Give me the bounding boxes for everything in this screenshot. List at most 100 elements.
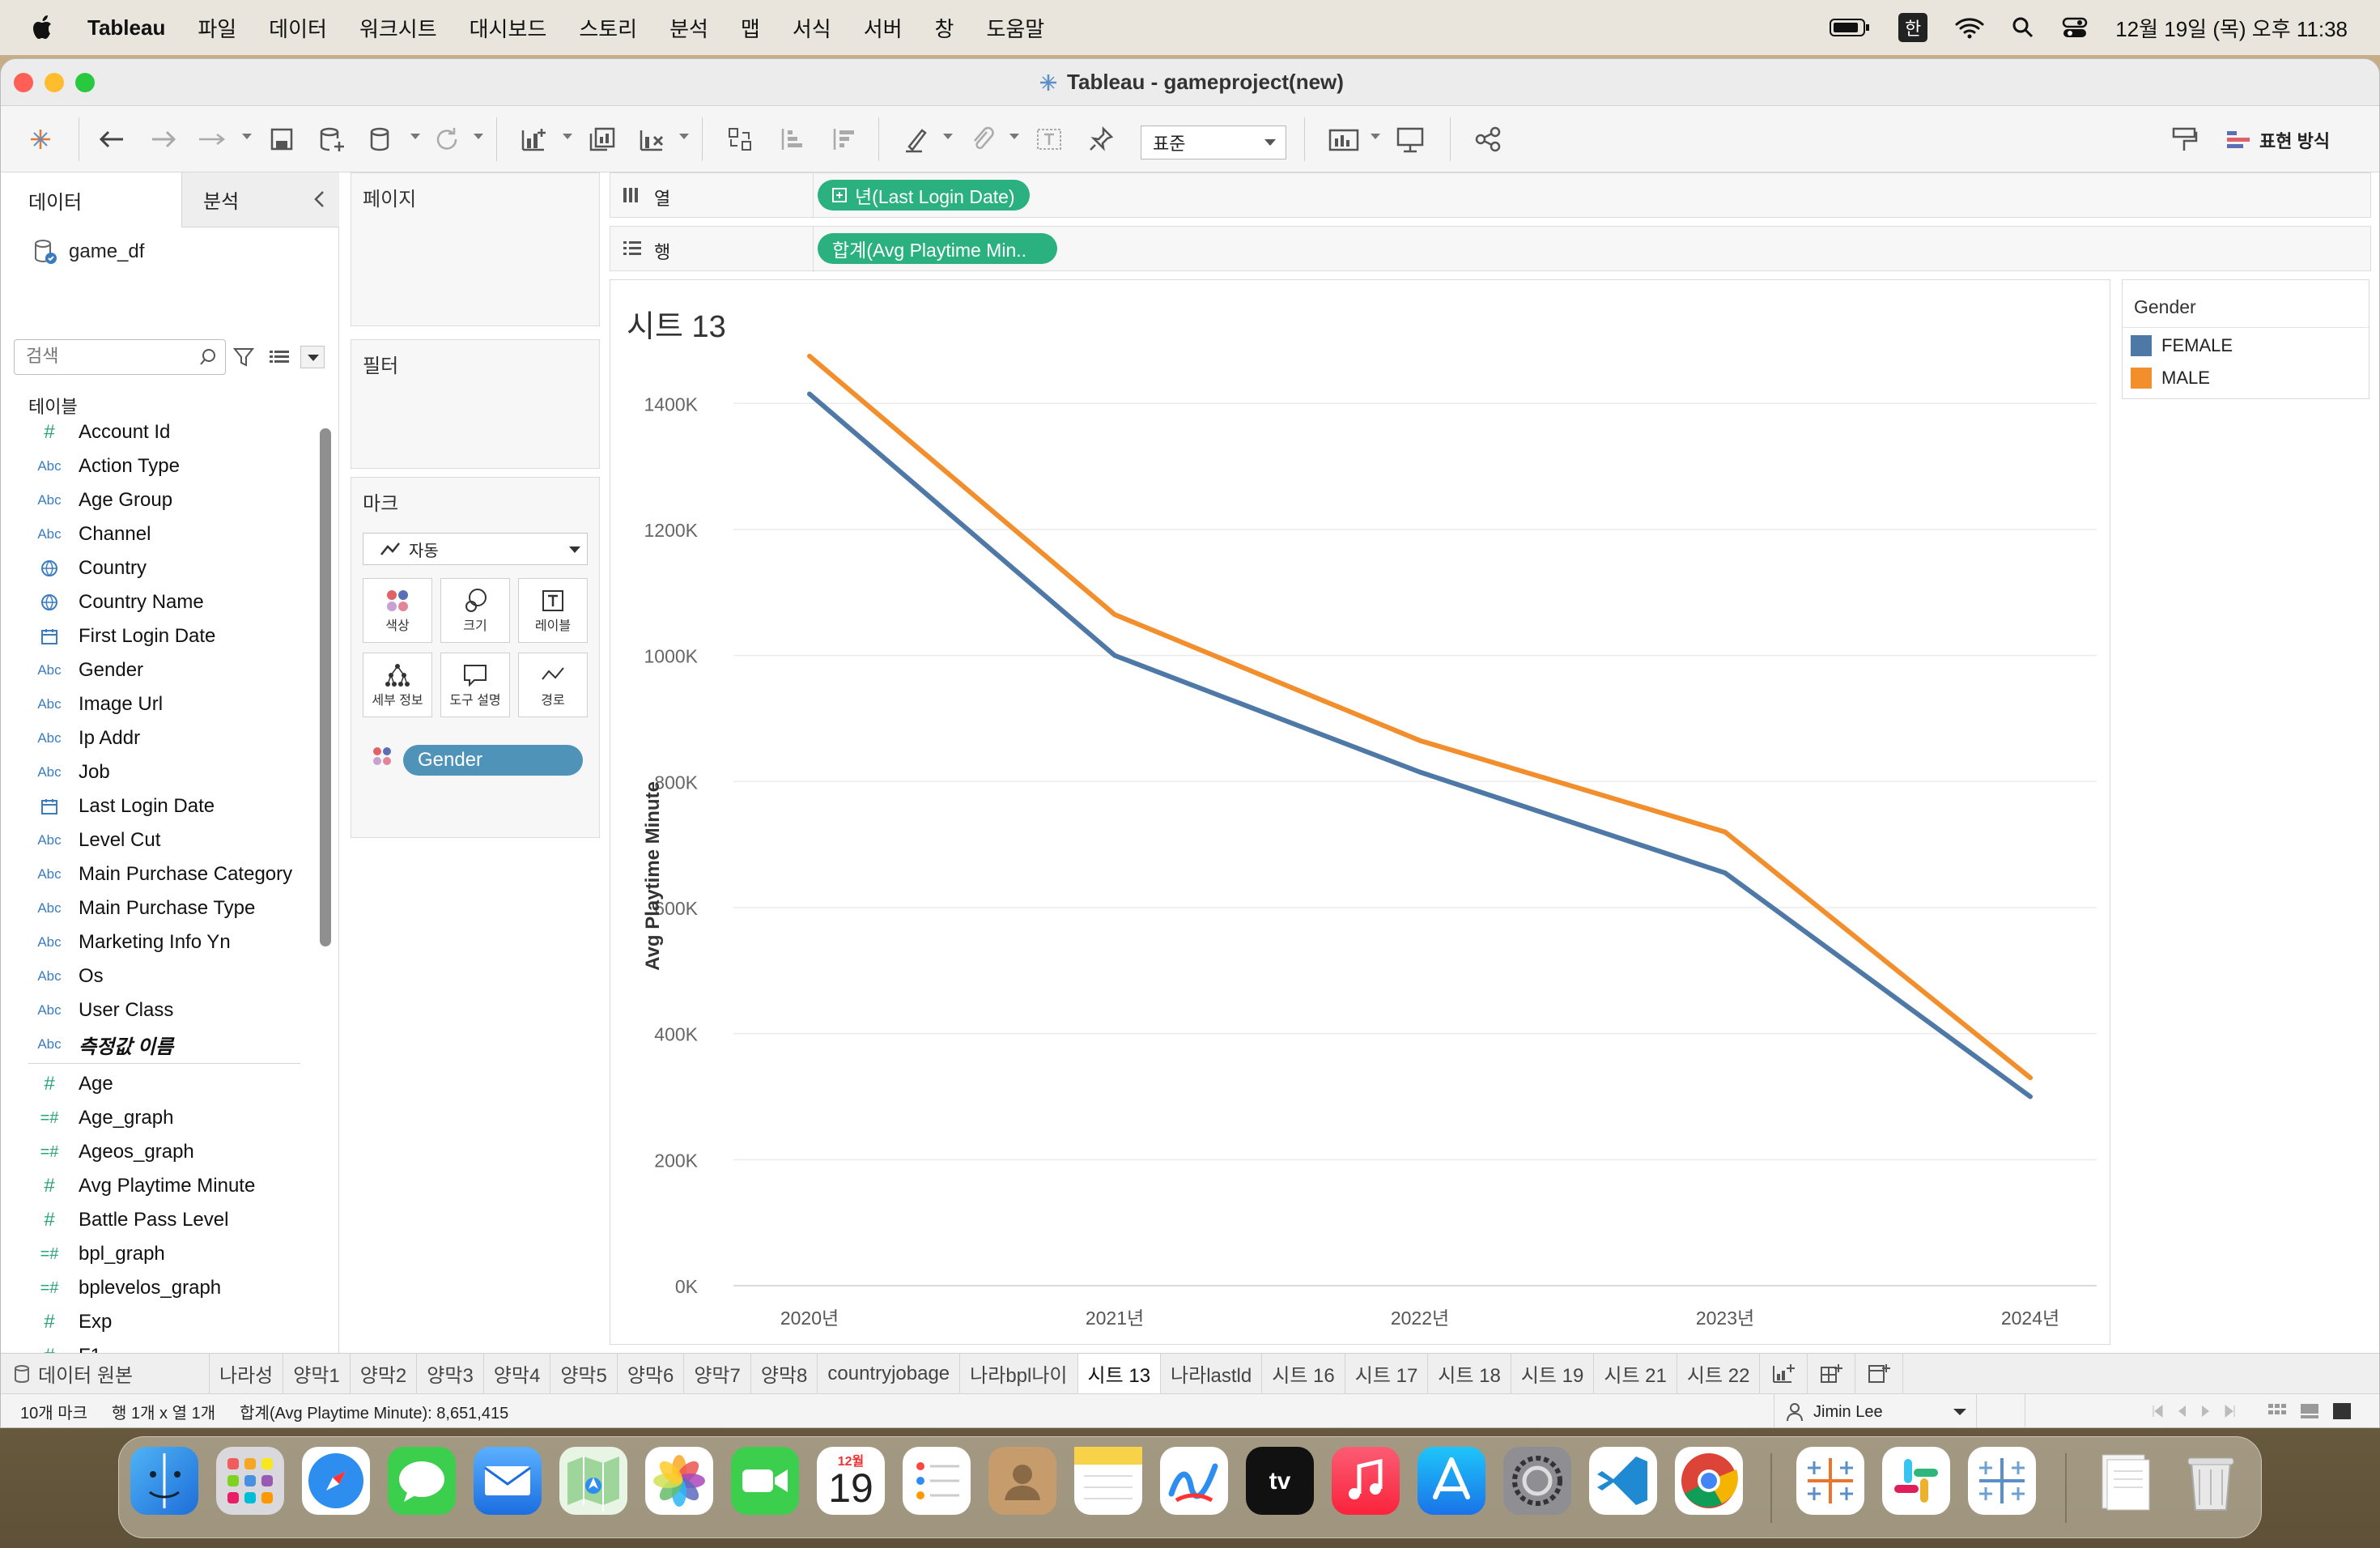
field-item[interactable]: =# Ageos_graph <box>1 1135 317 1169</box>
field-item[interactable]: =# Age_graph <box>1 1101 317 1135</box>
input-method-indicator[interactable]: 한 <box>1898 13 1928 42</box>
menu-help[interactable]: 도움말 <box>986 13 1044 43</box>
field-item[interactable]: # Age <box>1 1067 317 1101</box>
collapse-pane-icon[interactable] <box>312 189 328 210</box>
trash-icon[interactable] <box>2177 1447 2245 1515</box>
sheet-tab[interactable]: 양막5 <box>550 1353 618 1394</box>
user-menu[interactable]: Jimin Lee <box>1774 1394 1976 1427</box>
format-paint-icon[interactable] <box>2164 119 2204 159</box>
gender-color-pill[interactable]: Gender <box>403 745 583 776</box>
sheet-tab[interactable]: 양막2 <box>351 1353 418 1394</box>
duplicate-sheet-icon[interactable] <box>582 119 623 159</box>
field-item[interactable]: # Exp <box>1 1305 317 1339</box>
vscode-icon[interactable] <box>1589 1447 1657 1515</box>
field-item[interactable]: Abc Ip Addr <box>1 721 317 755</box>
chrome-icon[interactable] <box>1675 1447 1743 1515</box>
search-field[interactable] <box>15 340 176 372</box>
data-pane-scrollbar[interactable] <box>320 428 331 946</box>
field-item[interactable]: =# bpl_graph <box>1 1237 317 1271</box>
presentation-mode-icon[interactable] <box>1390 119 1430 159</box>
new-worksheet-tab[interactable] <box>1760 1353 1808 1394</box>
new-datasource-icon[interactable] <box>312 119 352 159</box>
new-dashboard-tab[interactable] <box>1808 1353 1856 1394</box>
sheet-sorter-icon[interactable] <box>2267 1402 2287 1420</box>
safari-icon[interactable] <box>302 1447 370 1515</box>
field-item[interactable]: # Battle Pass Level <box>1 1203 317 1237</box>
menu-story[interactable]: 스토리 <box>579 13 637 43</box>
share-icon[interactable] <box>1468 119 1508 159</box>
redo-menu-icon[interactable] <box>192 119 232 159</box>
photos-icon[interactable] <box>645 1447 713 1515</box>
show-me-button[interactable]: 표현 방식 <box>2225 127 2330 153</box>
launchpad-icon[interactable] <box>216 1447 284 1515</box>
last-sheet-icon[interactable] <box>2224 1404 2237 1418</box>
menu-analysis[interactable]: 분석 <box>669 13 708 43</box>
menubar-clock[interactable]: 12월 19일 (목) 오후 11:38 <box>2115 13 2348 43</box>
group-members-icon[interactable] <box>963 119 1003 159</box>
legend-item-male[interactable]: MALE <box>2131 368 2210 389</box>
field-item[interactable]: Abc Action Type <box>1 449 317 483</box>
field-item[interactable]: # Account Id <box>1 415 317 449</box>
sheet-tab[interactable]: 나라성 <box>210 1353 284 1394</box>
menu-worksheet[interactable]: 워크시트 <box>359 13 437 43</box>
app-menu[interactable]: Tableau <box>87 15 165 40</box>
sheet-tab[interactable]: 양막3 <box>417 1353 484 1394</box>
label-mark-button[interactable]: 레이블 <box>518 578 588 643</box>
freeform-icon[interactable] <box>1160 1447 1228 1515</box>
field-item[interactable]: First Login Date <box>1 619 317 653</box>
field-item[interactable]: Abc User Class <box>1 993 317 1027</box>
downloads-stack-icon[interactable] <box>2091 1447 2159 1515</box>
wifi-icon[interactable] <box>1955 16 1984 39</box>
minimize-window-button[interactable] <box>45 73 64 92</box>
swap-rows-columns-icon[interactable] <box>720 119 760 159</box>
sheet-tab[interactable]: 나라bpl나이 <box>960 1353 1078 1394</box>
field-item[interactable]: Abc Level Cut <box>1 823 317 857</box>
sheet-tab[interactable]: 시트 21 <box>1594 1353 1677 1394</box>
sheet-tab[interactable]: 양막7 <box>684 1353 751 1394</box>
sheet-tab[interactable]: 양막1 <box>283 1353 351 1394</box>
view-options-dropdown[interactable] <box>300 346 325 368</box>
new-worksheet-icon[interactable] <box>514 119 555 159</box>
calendar-icon[interactable]: 12월 19 <box>817 1447 885 1515</box>
save-icon[interactable] <box>261 119 302 159</box>
first-sheet-icon[interactable] <box>2151 1404 2164 1418</box>
field-item[interactable]: # F1 <box>1 1339 317 1353</box>
field-item[interactable]: Country <box>1 551 317 585</box>
field-item[interactable]: Abc Main Purchase Category <box>1 857 317 891</box>
battery-icon[interactable] <box>1829 17 1871 38</box>
sheet-tab[interactable]: 시트 17 <box>1345 1353 1429 1394</box>
clear-sheet-icon[interactable] <box>632 119 673 159</box>
sheet-tab[interactable]: 양막6 <box>618 1353 685 1394</box>
size-mark-button[interactable]: 크기 <box>440 578 510 643</box>
menu-format[interactable]: 서식 <box>793 13 831 43</box>
view-list-icon[interactable] <box>268 346 291 368</box>
show-mark-labels-icon[interactable] <box>1029 119 1069 159</box>
field-item[interactable]: Abc Marketing Info Yn <box>1 925 317 959</box>
field-item[interactable]: Abc Os <box>1 959 317 993</box>
filmstrip-icon[interactable] <box>2300 1402 2319 1420</box>
sort-ascending-icon[interactable] <box>771 119 812 159</box>
refresh-icon[interactable] <box>427 119 467 159</box>
sheet-tab[interactable]: 시트 22 <box>1677 1353 1761 1394</box>
mark-type-select[interactable]: 자동 <box>363 533 588 565</box>
menu-file[interactable]: 파일 <box>198 13 236 43</box>
contacts-icon[interactable] <box>988 1447 1056 1515</box>
field-item[interactable]: Last Login Date <box>1 789 317 823</box>
field-item[interactable]: Country Name <box>1 585 317 619</box>
mail-icon[interactable] <box>474 1447 542 1515</box>
notes-icon[interactable] <box>1074 1447 1142 1515</box>
field-item[interactable]: Abc Gender <box>1 653 317 687</box>
datasource-tab[interactable]: 데이터 원본 <box>1 1353 210 1394</box>
field-item[interactable]: Abc Image Url <box>1 687 317 721</box>
sheet-tab[interactable]: 시트 13 <box>1077 1353 1162 1394</box>
prev-sheet-icon[interactable] <box>2175 1404 2188 1418</box>
rows-shelf[interactable]: 행 합계(Avg Playtime Min.. <box>610 226 2371 272</box>
sheet-tab[interactable]: 양막8 <box>751 1353 818 1394</box>
sheet-tab[interactable]: 시트 16 <box>1262 1353 1345 1394</box>
filter-icon[interactable] <box>232 346 255 368</box>
tabs-view-icon[interactable] <box>2332 1402 2352 1420</box>
menu-dashboard[interactable]: 대시보드 <box>470 13 547 43</box>
close-window-button[interactable] <box>14 73 33 92</box>
field-item[interactable]: Abc Job <box>1 755 317 789</box>
legend-item-female[interactable]: FEMALE <box>2131 335 2233 356</box>
